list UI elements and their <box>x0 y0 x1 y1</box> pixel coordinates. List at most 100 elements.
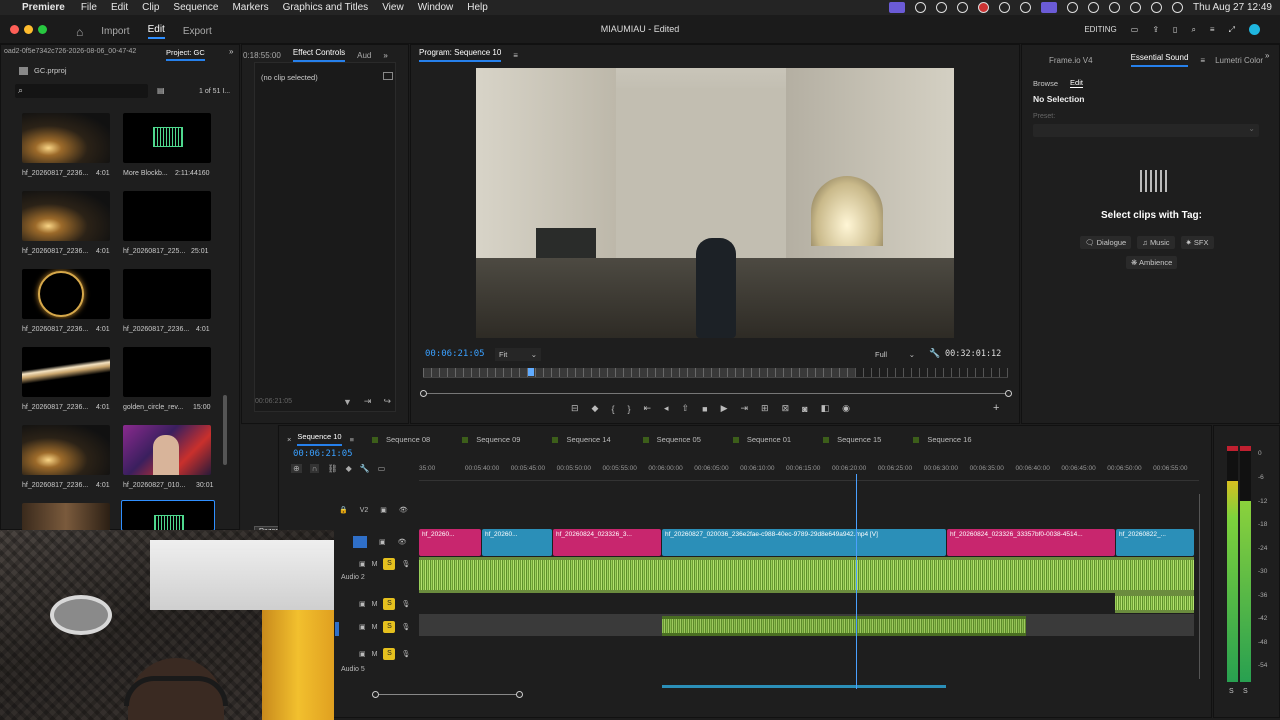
battery-icon[interactable] <box>1088 2 1100 13</box>
preset-dropdown[interactable]: ⌄ <box>1033 124 1259 137</box>
a3-sync-icon[interactable]: ▣ <box>359 600 366 608</box>
seq-tab-09[interactable]: Sequence 09 <box>462 435 520 444</box>
eye-icon[interactable]: 👁 <box>398 538 407 546</box>
project-tab[interactable]: Project: GC <box>166 48 205 61</box>
mic-icon[interactable]: 🎙 <box>401 623 410 631</box>
thumb-clip-9[interactable] <box>22 425 110 475</box>
panel-overflow-icon[interactable]: » <box>1265 51 1269 60</box>
time-ruler[interactable]: 35:00 00:05:40:00 00:05:45:00 00:05:50:00 00… <box>419 461 1199 481</box>
solo-left[interactable]: S <box>1229 688 1234 695</box>
play-icon[interactable] <box>999 2 1011 13</box>
panel-menu-icon[interactable]: ≡ <box>513 51 518 60</box>
share-icon[interactable]: ⇪ <box>1152 25 1159 34</box>
sync-icon[interactable]: ▣ <box>379 538 386 546</box>
export-frame-icon[interactable]: ⊟ <box>571 403 579 414</box>
mark-out-icon[interactable]: } <box>627 404 630 414</box>
video-clip-2[interactable]: hf_20260... <box>482 529 552 556</box>
solo-right[interactable]: S <box>1243 688 1248 695</box>
video-clip-5[interactable]: hf_20260824_023326_33357bf0-0038-4514... <box>947 529 1115 556</box>
zoom-bar[interactable] <box>420 390 1012 397</box>
tag-ambience-button[interactable]: ❋ Ambience <box>1126 256 1178 269</box>
brightness-icon[interactable] <box>915 2 927 13</box>
seq-tab-14[interactable]: Sequence 14 <box>552 435 611 444</box>
go-to-in-icon[interactable]: ⇤ <box>644 403 652 414</box>
panel-menu-icon[interactable]: ≡ <box>1200 56 1205 65</box>
spotlight-icon[interactable] <box>1130 2 1142 13</box>
menu-view[interactable]: View <box>382 2 404 13</box>
thumb-audio-1[interactable] <box>123 113 211 163</box>
tab-effect-controls[interactable]: Effect Controls <box>292 48 346 62</box>
wrench-icon[interactable]: 🔧 <box>929 348 940 359</box>
panel-overflow-icon[interactable]: » <box>229 47 233 56</box>
marker-icon[interactable]: ◆ <box>592 403 599 414</box>
timeline-playhead[interactable] <box>856 474 857 689</box>
thumb-clip-7[interactable] <box>22 347 110 397</box>
play-icon[interactable]: ▶ <box>721 403 728 414</box>
resolution-dropdown[interactable]: Full ⌄ <box>875 348 915 361</box>
zoom-handle-left[interactable] <box>420 390 427 397</box>
siri-icon[interactable] <box>1172 2 1184 13</box>
mic-icon[interactable]: 🎙 <box>401 650 410 658</box>
eye-icon[interactable]: 👁 <box>399 506 408 514</box>
panel-menu-icon[interactable]: ≡ <box>350 435 354 444</box>
close-icon[interactable]: × <box>287 435 291 444</box>
sidebar-icon[interactable]: ▯ <box>1173 25 1177 34</box>
tab-essential-sound[interactable]: Essential Sound <box>1130 53 1189 67</box>
project-search-input[interactable]: ⌕ <box>15 84 148 98</box>
input-icon[interactable] <box>1067 2 1079 13</box>
step-back-icon[interactable]: ◂ <box>664 403 669 414</box>
seq-tab-15[interactable]: Sequence 15 <box>823 435 881 444</box>
wifi-icon[interactable] <box>1109 2 1121 13</box>
edit-subtab[interactable]: Edit <box>1070 78 1083 88</box>
a5-solo[interactable]: S <box>383 648 396 660</box>
play-only-icon[interactable]: ⇥ <box>364 396 372 407</box>
a2-mute[interactable]: M <box>372 561 378 568</box>
chrome-icon[interactable] <box>957 2 969 13</box>
seq-tab-10[interactable]: Sequence 10 <box>297 432 342 446</box>
overwrite-icon[interactable]: ⊠ <box>782 403 790 414</box>
messages-icon[interactable] <box>936 2 948 13</box>
audio-clip-a2[interactable] <box>419 557 1194 593</box>
lock-icon[interactable]: 🔒 <box>339 506 348 514</box>
mic-icon[interactable]: 🎙 <box>401 600 410 608</box>
a4-sync-icon[interactable]: ▣ <box>359 623 366 631</box>
workspace-label[interactable]: EDITING <box>1084 25 1116 34</box>
control-center-icon[interactable] <box>1151 2 1163 13</box>
screen-record-icon[interactable] <box>889 2 906 13</box>
expand-icon[interactable] <box>383 72 393 80</box>
panels-icon[interactable]: ▭ <box>1131 25 1139 34</box>
video-clip-1[interactable]: hf_20260... <box>419 529 481 556</box>
seq-tab-01[interactable]: Sequence 01 <box>732 435 791 444</box>
video-frame[interactable] <box>476 68 954 338</box>
panel-overflow-icon[interactable]: » <box>383 51 387 60</box>
snap-icon[interactable]: ∩ <box>309 464 320 473</box>
add-button-icon[interactable]: + <box>993 402 999 414</box>
compare-icon[interactable]: ◧ <box>821 403 830 414</box>
menu-help[interactable]: Help <box>467 2 488 13</box>
a4-mute[interactable]: M <box>372 624 378 631</box>
camera-icon[interactable]: ◙ <box>802 404 807 414</box>
search-icon[interactable]: ⌕ <box>1191 25 1195 35</box>
zoom-handle-right[interactable] <box>516 691 523 698</box>
a2-sync-icon[interactable]: ▣ <box>359 560 366 568</box>
timeline-settings-icon[interactable]: 🔧 <box>360 464 370 473</box>
lift-icon[interactable]: ⇧ <box>682 403 690 414</box>
menu-file[interactable]: File <box>81 2 97 13</box>
tab-frameio[interactable]: Frame.io V4 <box>1049 56 1093 65</box>
menu-clip[interactable]: Clip <box>142 2 159 13</box>
audio-clip-a3[interactable] <box>1115 593 1194 613</box>
thumb-clip-11[interactable] <box>22 503 110 531</box>
program-mini-ruler[interactable] <box>423 368 1008 378</box>
bin-icon[interactable]: ▤ <box>157 86 165 95</box>
dropbox-icon[interactable] <box>1020 2 1032 13</box>
seq-tab-08[interactable]: Sequence 08 <box>372 435 430 444</box>
menu-sequence[interactable]: Sequence <box>173 2 218 13</box>
tag-music-button[interactable]: ♫ Music <box>1137 236 1175 249</box>
tab-audio[interactable]: Aud <box>357 51 371 60</box>
sync-icon[interactable]: ▣ <box>380 506 387 514</box>
menu-edit[interactable]: Edit <box>111 2 128 13</box>
thumb-clip-6[interactable] <box>123 269 211 319</box>
zoom-handle-left[interactable] <box>372 691 379 698</box>
fullscreen-icon[interactable]: ⤢ <box>1229 25 1235 35</box>
video-clip-4[interactable]: hf_20260827_020036_236e2fae-c988-40ec-97… <box>662 529 946 556</box>
